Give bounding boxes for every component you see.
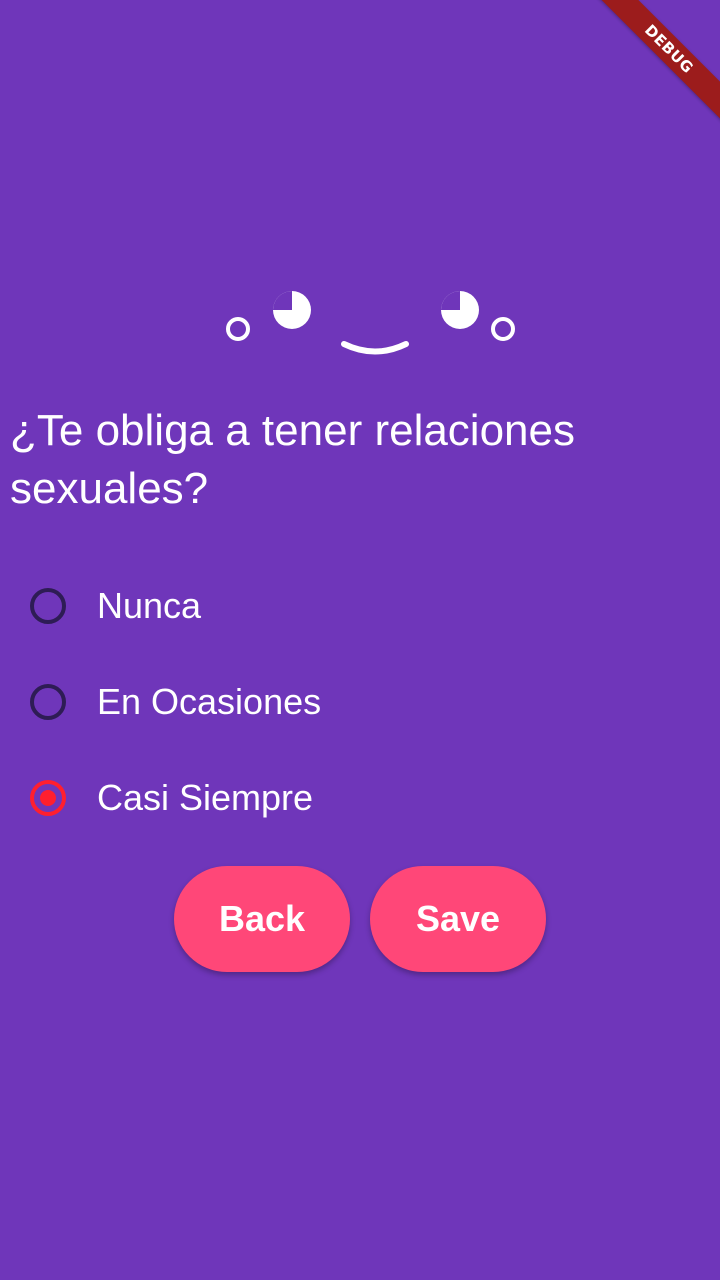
left-eye [273, 291, 311, 329]
action-buttons: Back Save [0, 866, 720, 972]
radio-button-selected[interactable] [30, 780, 66, 816]
left-small-circle [226, 317, 250, 341]
radio-button[interactable] [30, 588, 66, 624]
option-en-ocasiones[interactable]: En Ocasiones [0, 654, 720, 750]
debug-banner-label: DEBUG [592, 0, 720, 126]
option-casi-siempre[interactable]: Casi Siempre [0, 750, 720, 846]
right-small-circle [491, 317, 515, 341]
radio-dot [40, 790, 56, 806]
option-nunca[interactable]: Nunca [0, 558, 720, 654]
save-button[interactable]: Save [370, 866, 546, 972]
radio-button[interactable] [30, 684, 66, 720]
kaomoji-face-icon [226, 291, 515, 355]
option-label: En Ocasiones [97, 681, 322, 722]
right-eye [441, 291, 479, 329]
debug-banner: DEBUG [580, 0, 720, 140]
option-label: Nunca [97, 585, 202, 626]
back-button[interactable]: Back [174, 866, 350, 972]
option-label: Casi Siempre [97, 777, 314, 818]
answer-options: Nunca En Ocasiones Casi Siempre [0, 558, 720, 846]
question-text: ¿Te obliga a tener relaciones sexuales? [10, 406, 575, 513]
mouth [341, 341, 409, 355]
